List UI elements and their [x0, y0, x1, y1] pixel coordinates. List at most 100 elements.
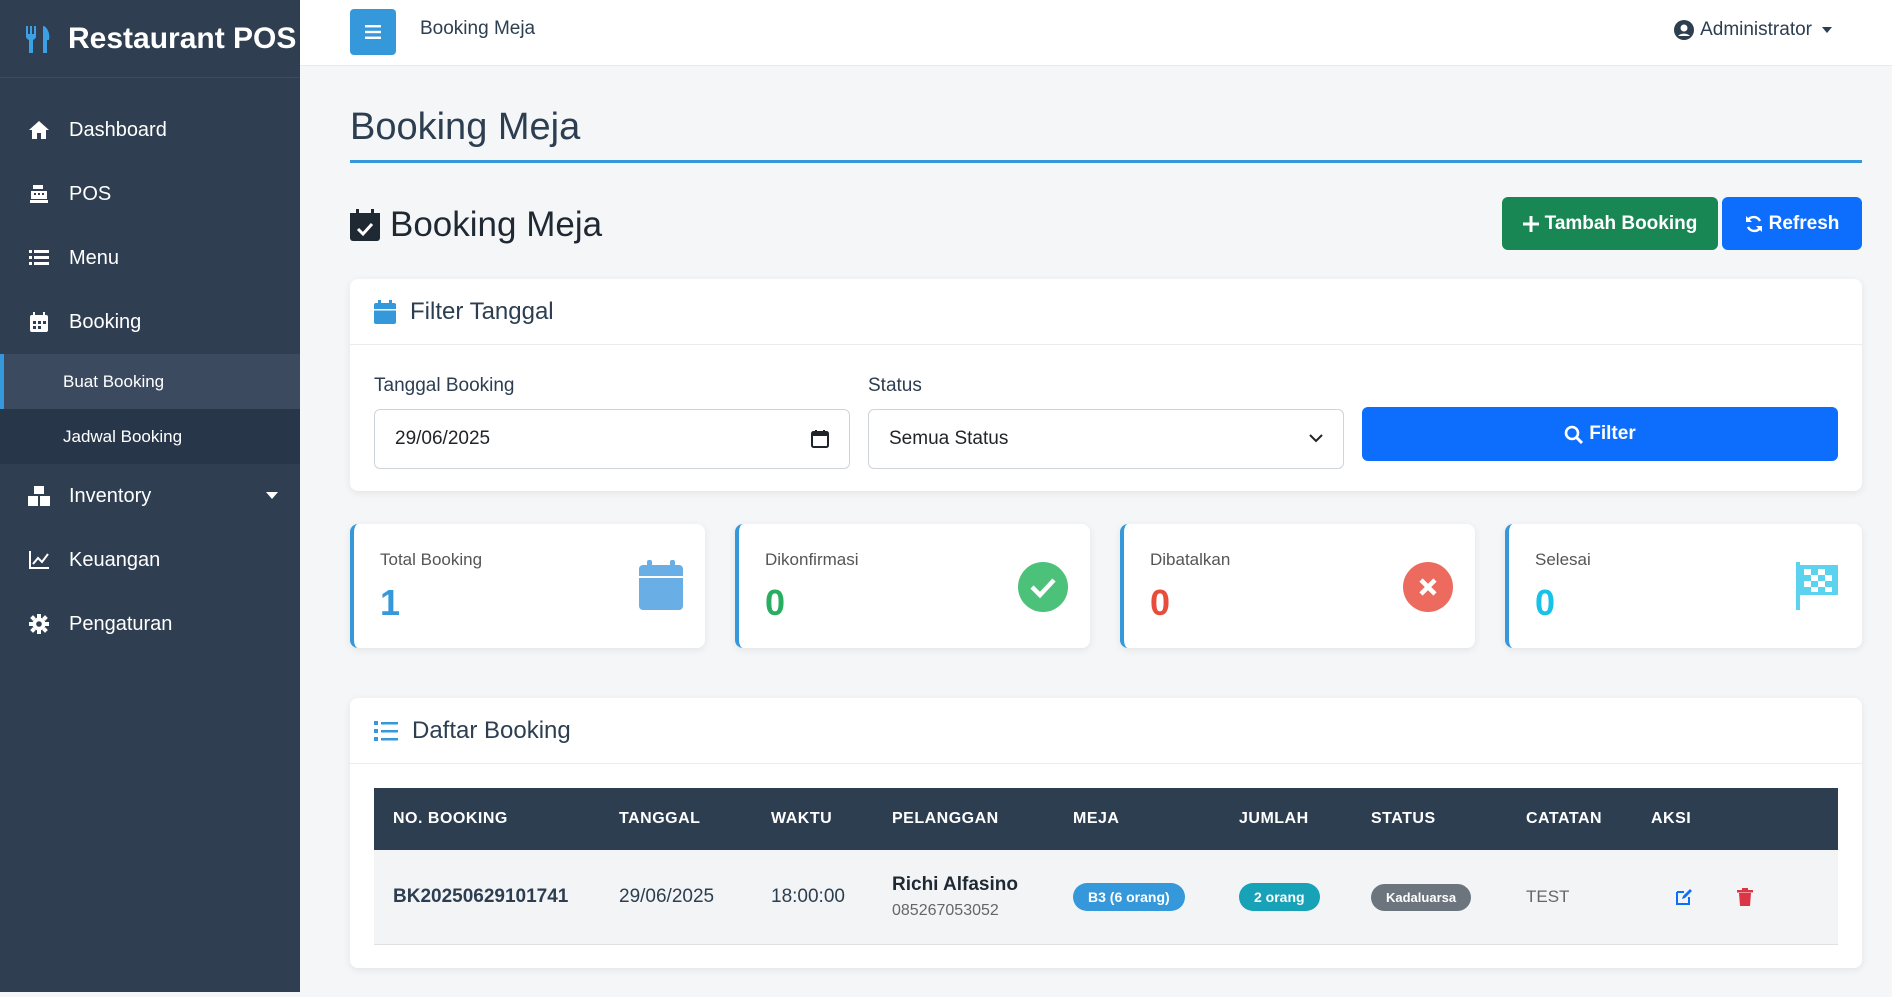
stat-dikonfirmasi: Dikonfirmasi 0 — [735, 524, 1090, 648]
trash-icon — [1737, 888, 1753, 906]
booking-table-cell: B3 (6 orang) — [1073, 883, 1239, 911]
filter-button[interactable]: Filter — [1362, 407, 1838, 461]
sidebar-subitem-label: Buat Booking — [63, 371, 165, 391]
user-circle-icon — [1674, 20, 1695, 40]
edit-button[interactable] — [1675, 888, 1693, 906]
sidebar-item-label: Dashboard — [69, 118, 167, 141]
filter-card-header: Filter Tanggal — [350, 279, 1862, 345]
sidebar-subitem-jadwal-booking[interactable]: Jadwal Booking — [0, 409, 300, 464]
section-header: Booking Meja Tambah Booking Refresh — [350, 163, 1862, 279]
sidebar-item-inventory[interactable]: Inventory — [0, 464, 300, 528]
section-title: Booking Meja — [350, 205, 602, 245]
status-badge: Kadaluarsa — [1371, 883, 1472, 911]
delete-button[interactable] — [1737, 888, 1753, 906]
stat-selesai: Selesai 0 — [1505, 524, 1862, 648]
table-header: NO. BOOKING TANGGAL WAKTU PELANGGAN MEJA… — [374, 788, 1838, 850]
stat-value: 0 — [1535, 582, 1556, 623]
list-icon — [27, 246, 51, 270]
list-card-header: Daftar Booking — [350, 698, 1862, 764]
chart-line-icon — [27, 548, 51, 572]
customer-phone: 085267053052 — [892, 902, 999, 919]
x-circle-icon — [1403, 562, 1453, 612]
cash-register-icon — [27, 182, 51, 206]
chevron-down-icon — [266, 492, 278, 499]
column-header[interactable]: STATUS — [1371, 810, 1526, 828]
sidebar: Restaurant POS Dashboard POS Menu Bookin… — [0, 0, 300, 992]
stat-label: Dikonfirmasi — [765, 550, 859, 569]
date-label: Tanggal Booking — [374, 375, 515, 396]
sidebar-item-dashboard[interactable]: Dashboard — [0, 98, 300, 162]
refresh-button[interactable]: Refresh — [1722, 197, 1862, 250]
stat-total-booking: Total Booking 1 — [350, 524, 705, 648]
sidebar-item-label: Pengaturan — [69, 612, 173, 635]
plus-icon — [1522, 215, 1539, 232]
status-select[interactable]: Semua Status — [868, 409, 1344, 469]
booking-table: NO. BOOKING TANGGAL WAKTU PELANGGAN MEJA… — [374, 788, 1838, 945]
column-header[interactable]: NO. BOOKING — [374, 810, 619, 828]
search-icon — [1564, 425, 1584, 444]
sidebar-subitem-buat-booking[interactable]: Buat Booking — [0, 354, 300, 409]
column-header[interactable]: WAKTU — [771, 810, 892, 828]
main-content: Booking Meja Booking Meja Tambah Booking… — [350, 66, 1862, 968]
brand[interactable]: Restaurant POS — [0, 0, 300, 78]
sidebar-item-pengaturan[interactable]: Pengaturan — [0, 592, 300, 656]
page-title: Booking Meja — [350, 66, 1862, 163]
sidebar-item-menu[interactable]: Menu — [0, 226, 300, 290]
sidebar-nav: Dashboard POS Menu Booking Buat Booking — [0, 78, 300, 656]
calendar-icon — [27, 310, 51, 334]
stat-value: 1 — [380, 582, 401, 623]
gear-icon — [27, 612, 51, 636]
sidebar-item-keuangan[interactable]: Keuangan — [0, 528, 300, 592]
sidebar-item-label: Inventory — [69, 484, 152, 507]
table-row[interactable]: BK20250629101741 29/06/2025 18:00:00 Ric… — [374, 850, 1838, 945]
add-booking-label: Tambah Booking — [1544, 212, 1698, 234]
column-header[interactable]: JUMLAH — [1239, 810, 1371, 828]
column-header: AKSI — [1651, 810, 1692, 827]
list-ul-icon — [374, 720, 398, 741]
filter-card: Filter Tanggal Tanggal Booking 29/06/202… — [350, 279, 1862, 491]
column-header[interactable]: PELANGGAN — [892, 810, 1073, 828]
stat-label: Dibatalkan — [1150, 550, 1231, 569]
stat-value: 0 — [765, 582, 786, 623]
check-circle-icon — [1018, 562, 1068, 612]
stat-dibatalkan: Dibatalkan 0 — [1120, 524, 1475, 648]
booking-actions — [1651, 888, 1838, 906]
user-menu[interactable]: Administrator — [1674, 19, 1832, 41]
column-header[interactable]: CATATAN — [1526, 810, 1651, 828]
calendar-icon — [374, 299, 396, 324]
date-input[interactable]: 29/06/2025 — [374, 409, 850, 469]
refresh-label: Refresh — [1768, 212, 1840, 234]
topbar: Booking Meja Administrator — [300, 0, 1892, 66]
boxes-icon — [27, 484, 51, 508]
list-title: Daftar Booking — [412, 716, 571, 744]
chevron-down-icon — [1309, 434, 1323, 443]
booking-list-card: Daftar Booking NO. BOOKING TANGGAL WAKTU… — [350, 698, 1862, 968]
guests-badge: 2 orang — [1239, 883, 1320, 911]
sidebar-subitem-label: Jadwal Booking — [63, 426, 183, 446]
hamburger-icon — [365, 25, 381, 39]
column-header[interactable]: MEJA — [1073, 810, 1239, 828]
sidebar-item-label: Keuangan — [69, 548, 161, 571]
column-header[interactable]: TANGGAL — [619, 810, 771, 828]
sidebar-item-pos[interactable]: POS — [0, 162, 300, 226]
filter-button-label: Filter — [1589, 423, 1636, 444]
sidebar-item-label: Menu — [69, 246, 120, 269]
app-title: Restaurant POS — [68, 21, 297, 55]
calendar-picker-icon[interactable] — [811, 430, 829, 448]
sidebar-toggle-button[interactable] — [350, 9, 396, 55]
section-title-text: Booking Meja — [390, 205, 603, 244]
refresh-icon — [1745, 215, 1762, 232]
chevron-down-icon — [1822, 27, 1832, 33]
user-name: Administrator — [1700, 19, 1812, 40]
add-booking-button[interactable]: Tambah Booking — [1502, 197, 1718, 250]
edit-icon — [1676, 889, 1692, 905]
booking-number: BK20250629101741 — [393, 886, 569, 907]
stats-row: Total Booking 1 Dikonfirmasi 0 Dibatalka… — [350, 524, 1862, 648]
booking-submenu: Buat Booking Jadwal Booking — [0, 354, 300, 464]
booking-time: 18:00:00 — [771, 886, 845, 907]
sidebar-item-booking[interactable]: Booking — [0, 290, 300, 354]
table-badge: B3 (6 orang) — [1073, 883, 1185, 911]
status-value: Semua Status — [889, 428, 1009, 449]
booking-guests-cell: 2 orang — [1239, 883, 1371, 911]
sidebar-item-label: POS — [69, 182, 112, 205]
